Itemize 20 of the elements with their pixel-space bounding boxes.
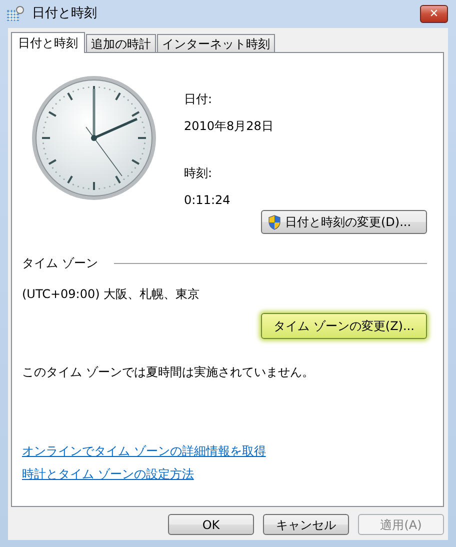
dst-note: このタイム ゾーンでは夏時間は実施されていません。 <box>22 364 315 381</box>
timezone-value: (UTC+09:00) 大阪、札幌、東京 <box>22 286 201 303</box>
dialog-button[interactable]: OK <box>168 514 254 535</box>
section-heading: タイム ゾーン <box>22 255 98 272</box>
help-link[interactable]: 時計とタイム ゾーンの設定方法 <box>22 465 194 483</box>
time-label: 時刻: <box>184 165 214 182</box>
date-value: 2010年8月28日 <box>184 118 274 135</box>
calendar-icon <box>6 6 24 22</box>
dialog-button[interactable]: キャンセル <box>263 514 349 535</box>
change-date-time-button[interactable]: 日付と時刻の変更(D)... <box>261 210 427 234</box>
tab[interactable]: 日付と時刻 <box>11 32 85 53</box>
tab[interactable]: 追加の時計 <box>86 34 156 52</box>
shield-icon <box>268 214 281 230</box>
time-value: 0:11:24 <box>184 192 232 209</box>
help-link[interactable]: オンラインでタイム ゾーンの詳細情報を取得 <box>22 442 266 460</box>
tab[interactable]: インターネット時刻 <box>157 34 275 52</box>
date-label: 日付: <box>184 91 214 108</box>
change-timezone-button[interactable]: タイム ゾーンの変更(Z)... <box>261 313 427 339</box>
close-button[interactable]: ✕ <box>420 5 448 23</box>
window-title: 日付と時刻 <box>32 5 98 24</box>
